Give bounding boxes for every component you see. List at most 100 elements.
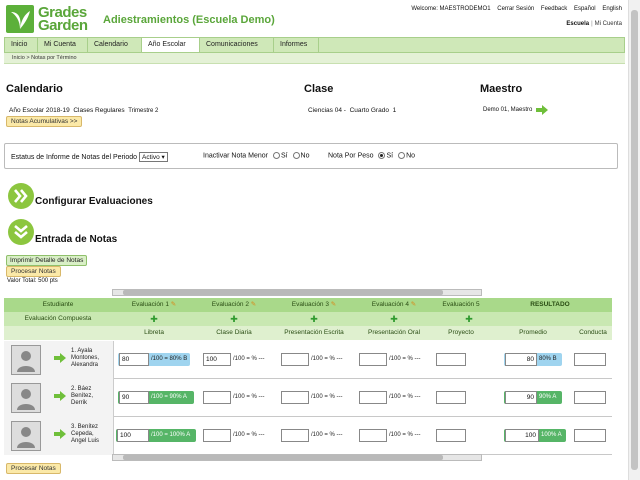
total-value: Valor Total: 500 pts [7, 278, 58, 284]
nav-informes[interactable]: Informes [274, 38, 319, 52]
arrow-right-icon[interactable] [54, 353, 66, 363]
feedback-link[interactable]: Feedback [541, 6, 567, 12]
top-hscroll-thumb[interactable] [123, 290, 443, 295]
grade-text: /100 = % --- [311, 432, 343, 438]
school-link[interactable]: Escuela [566, 21, 589, 27]
col-promedio: Promedio [519, 329, 547, 336]
table-header-row: Estudiante Evaluación 1 ✎ Evaluación 2 ✎… [4, 298, 612, 312]
chevron-double-down-icon[interactable] [8, 219, 34, 245]
calendario-details: Año Escolar 2018-19 Clases Regulares Tri… [9, 107, 159, 114]
grade-input[interactable]: 100 [117, 429, 149, 442]
grade-text: /100 = 90% A [151, 394, 187, 400]
nav-mi-cuenta[interactable]: Mi Cuenta [38, 38, 88, 52]
student-name[interactable]: 1. Ayala Montones, Alexandra [71, 348, 99, 369]
grade-input[interactable] [281, 429, 309, 442]
pencil-icon: ✎ [170, 301, 177, 308]
plus-icon[interactable]: ✚ [144, 312, 164, 326]
plus-icon[interactable]: ✚ [304, 312, 324, 326]
plus-icon[interactable]: ✚ [224, 312, 244, 326]
inactivate-si-radio[interactable] [272, 152, 280, 159]
average-input[interactable]: 90 [505, 391, 537, 404]
clase-details: Ciencias 04 - Cuarto Grado 1 [308, 107, 397, 114]
evaluation-2-header: Evaluación 2 [211, 301, 249, 308]
inactivate-field: Inactivar Nota Menor Sí No [203, 152, 310, 160]
evaluation-1-header: Evaluación 1 [131, 301, 169, 308]
average-input[interactable]: 80 [505, 353, 537, 366]
grade-input[interactable]: 80 [119, 353, 149, 366]
chevron-double-right-icon[interactable] [8, 183, 34, 209]
bottom-hscroll-thumb[interactable] [123, 455, 443, 460]
my-account-link[interactable]: Mi Cuenta [595, 21, 622, 27]
cumulative-grades-button[interactable]: Notas Acumulativas >> [6, 116, 83, 127]
category-libreta: Libreta [144, 329, 164, 336]
grade-input[interactable]: 90 [119, 391, 149, 404]
category-proyecto: Proyecto [448, 329, 474, 336]
arrow-right-icon[interactable] [54, 429, 66, 439]
grade-input[interactable] [436, 353, 466, 366]
grade-input[interactable] [203, 429, 231, 442]
process-grades-button-bottom[interactable]: Procesar Notas [6, 463, 61, 474]
grade-text: /100 = % --- [311, 394, 343, 400]
spanish-link[interactable]: Español [574, 6, 596, 12]
grade-text: /100 = % --- [389, 394, 421, 400]
arrow-right-icon[interactable] [54, 391, 66, 401]
average-input[interactable]: 100 [505, 429, 539, 442]
grade-input[interactable]: 100 [203, 353, 231, 366]
student-name[interactable]: 2. Báez Benítez, Derrik [71, 386, 93, 407]
conduct-input[interactable] [574, 391, 606, 404]
page-vscroll-thumb[interactable] [631, 10, 638, 470]
arrow-right-icon[interactable] [536, 105, 548, 115]
nav-ano-escolar[interactable]: Año Escolar [142, 38, 200, 52]
status-field: Estatus de Informe de Notas del Periodo … [11, 152, 168, 162]
english-link[interactable]: English [602, 6, 622, 12]
table-row: 2. Báez Benítez, Derrik 90 /100 = 90% A /1… [4, 379, 612, 417]
top-hscrollbar[interactable] [112, 289, 482, 296]
evaluation-5-header[interactable]: Evaluación 5 [436, 298, 486, 312]
weight-field: Nota Por Peso Sí No [328, 152, 416, 160]
avatar-icon [11, 383, 41, 413]
plus-icon[interactable]: ✚ [459, 312, 479, 326]
breadcrumb-home[interactable]: Inicio [12, 55, 25, 61]
bottom-hscrollbar[interactable] [112, 454, 482, 461]
logout-link[interactable]: Cerrar Sesión [497, 6, 534, 12]
student-name[interactable]: 3. Benítez Cepeda, Angel Luis [71, 424, 99, 445]
col-student: Estudiante [42, 301, 74, 308]
configure-heading[interactable]: Configurar Evaluaciones [35, 196, 153, 207]
weight-no-radio[interactable] [398, 152, 406, 159]
table-row: 1. Ayala Montones, Alexandra 80 /100 = 80%… [4, 341, 612, 379]
site-title: Adiestramientos (Escuela Demo) [103, 14, 275, 26]
inactivate-no-radio[interactable] [292, 152, 300, 159]
weight-si-radio[interactable] [378, 152, 386, 159]
clase-title: Clase [304, 83, 334, 95]
grade-text: /100 = 80% B [151, 356, 188, 362]
grade-input[interactable] [281, 391, 309, 404]
grade-input[interactable] [359, 391, 387, 404]
nav-comunicaciones[interactable]: Comunicaciones [200, 38, 274, 52]
grade-input[interactable] [203, 391, 231, 404]
avatar-icon [11, 421, 41, 451]
nav-inicio[interactable]: Inicio [5, 38, 38, 52]
status-select[interactable]: Activo ▾ [139, 152, 168, 162]
col-conducta: Conducta [579, 329, 607, 336]
page-vscrollbar[interactable] [628, 0, 640, 480]
conduct-input[interactable] [574, 429, 606, 442]
grade-input[interactable] [359, 353, 387, 366]
pencil-icon: ✎ [330, 301, 337, 308]
category-presentacion-oral: Presentación Oral [367, 329, 421, 336]
plus-icon[interactable]: ✚ [384, 312, 404, 326]
grade-input[interactable] [359, 429, 387, 442]
process-grades-button[interactable]: Procesar Notas [6, 266, 61, 277]
grade-text: /100 = % --- [389, 432, 421, 438]
maestro-name: Demo 01, Maestro [483, 107, 533, 113]
result-header: RESULTADO [530, 301, 570, 308]
grade-input[interactable] [436, 429, 466, 442]
nav-calendario[interactable]: Calendario [88, 38, 142, 52]
conduct-input[interactable] [574, 353, 606, 366]
logo[interactable]: Grades Garden [6, 5, 94, 35]
breadcrumb-current: Notas por Término [31, 55, 77, 61]
pencil-icon: ✎ [250, 301, 257, 308]
category-clase-diaria: Clase Diaria [216, 329, 252, 336]
print-detail-button[interactable]: Imprimir Detalle de Notas [6, 255, 88, 266]
grade-input[interactable] [281, 353, 309, 366]
grade-input[interactable] [436, 391, 466, 404]
